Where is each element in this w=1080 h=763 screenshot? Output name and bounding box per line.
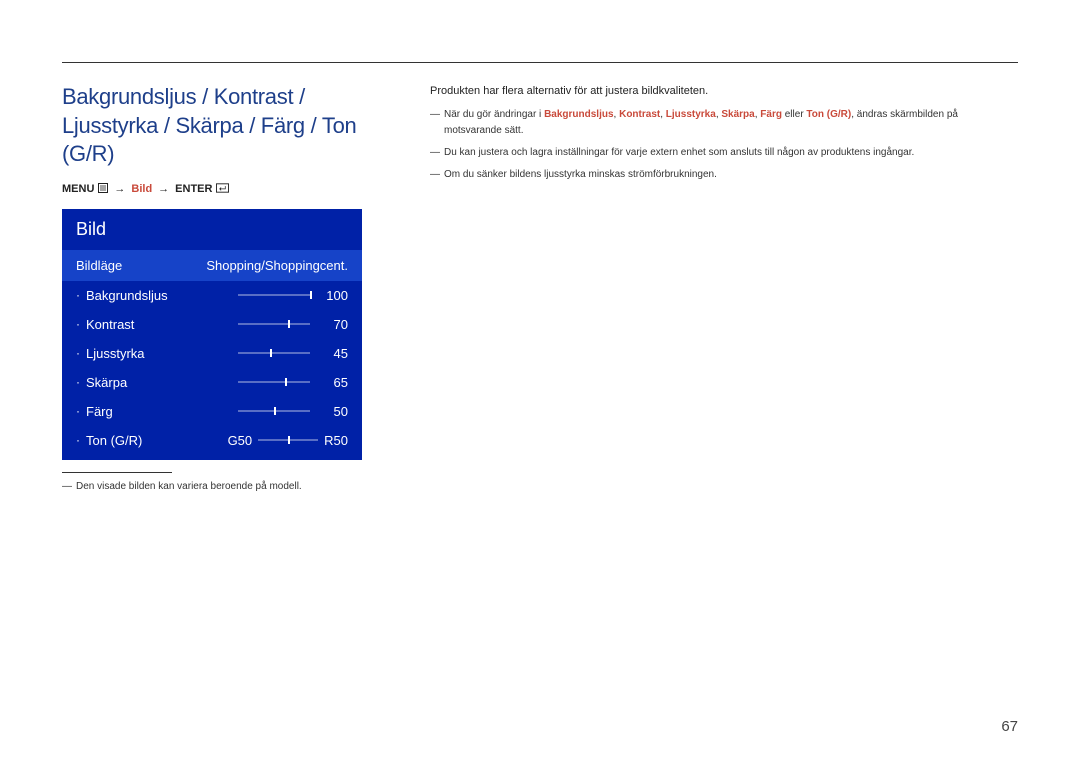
slider-label: Bakgrundsljus	[86, 288, 168, 303]
panel-header: Bild	[62, 209, 362, 250]
slider-label: Skärpa	[86, 375, 127, 390]
top-rule	[62, 62, 1018, 63]
breadcrumb-menu: MENU	[62, 183, 94, 195]
right-note-1: ― När du gör ändringar i Bakgrundsljus, …	[430, 107, 1018, 139]
slider-track[interactable]	[238, 323, 310, 325]
tint-right-value: R50	[324, 433, 348, 448]
note-text: Om du sänker bildens ljusstyrka minskas …	[444, 167, 717, 183]
footnote-text: Den visade bilden kan variera beroende p…	[76, 481, 302, 492]
bullet-icon: ·	[76, 375, 80, 389]
slider-row-ljusstyrka[interactable]: · Ljusstyrka 45	[62, 339, 362, 368]
bullet-icon: ·	[76, 317, 80, 331]
right-intro: Produkten har flera alternativ för att j…	[430, 85, 1018, 97]
arrow-icon: →	[158, 183, 169, 195]
slider-row-tint[interactable]: · Ton (G/R) G50 R50	[62, 426, 362, 460]
slider-label: Ljusstyrka	[86, 346, 145, 361]
bullet-icon: ·	[76, 288, 80, 302]
arrow-icon: →	[114, 183, 125, 195]
slider-label: Färg	[86, 404, 113, 419]
dash-icon: ―	[430, 167, 440, 183]
slider-row-farg[interactable]: · Färg 50	[62, 397, 362, 426]
dash-icon: ―	[430, 145, 440, 161]
enter-icon	[216, 183, 229, 194]
slider-track[interactable]	[238, 410, 310, 412]
breadcrumb-bild: Bild	[131, 183, 152, 195]
bullet-icon: ·	[76, 433, 80, 447]
dash-icon: ―	[430, 107, 440, 139]
page-number: 67	[1001, 718, 1018, 735]
left-footnote: ― Den visade bilden kan variera beroende…	[62, 481, 392, 492]
slider-row-kontrast[interactable]: · Kontrast 70	[62, 310, 362, 339]
note-text: Du kan justera och lagra inställningar f…	[444, 145, 914, 161]
dash-icon: ―	[62, 481, 72, 492]
page-title: Bakgrundsljus / Kontrast / Ljusstyrka / …	[62, 83, 392, 169]
right-note-2: ― Du kan justera och lagra inställningar…	[430, 145, 1018, 161]
slider-value: 70	[320, 317, 348, 332]
slider-row-skarpa[interactable]: · Skärpa 65	[62, 368, 362, 397]
menu-icon	[98, 183, 108, 194]
breadcrumb: MENU → Bild → ENTER	[62, 183, 392, 195]
slider-label: Kontrast	[86, 317, 134, 332]
slider-track[interactable]	[238, 381, 310, 383]
bullet-icon: ·	[76, 346, 80, 360]
right-note-3: ― Om du sänker bildens ljusstyrka minska…	[430, 167, 1018, 183]
footnote-rule	[62, 472, 172, 473]
slider-label: Ton (G/R)	[86, 433, 142, 448]
note-text: När du gör ändringar i Bakgrundsljus, Ko…	[444, 107, 1018, 139]
tint-left-value: G50	[228, 433, 253, 448]
slider-value: 100	[320, 288, 348, 303]
bullet-icon: ·	[76, 404, 80, 418]
slider-row-bakgrundsljus[interactable]: · Bakgrundsljus 100	[62, 281, 362, 310]
slider-track[interactable]	[238, 352, 310, 354]
slider-track[interactable]	[238, 294, 310, 296]
slider-value: 65	[320, 375, 348, 390]
mode-value: Shopping/Shoppingcent.	[206, 258, 348, 273]
slider-value: 50	[320, 404, 348, 419]
breadcrumb-enter: ENTER	[175, 183, 212, 195]
menu-panel: Bild Bildläge Shopping/Shoppingcent. · B…	[62, 209, 362, 460]
slider-track[interactable]	[258, 439, 318, 441]
panel-mode-row[interactable]: Bildläge Shopping/Shoppingcent.	[62, 250, 362, 281]
slider-value: 45	[320, 346, 348, 361]
mode-label: Bildläge	[76, 258, 122, 273]
